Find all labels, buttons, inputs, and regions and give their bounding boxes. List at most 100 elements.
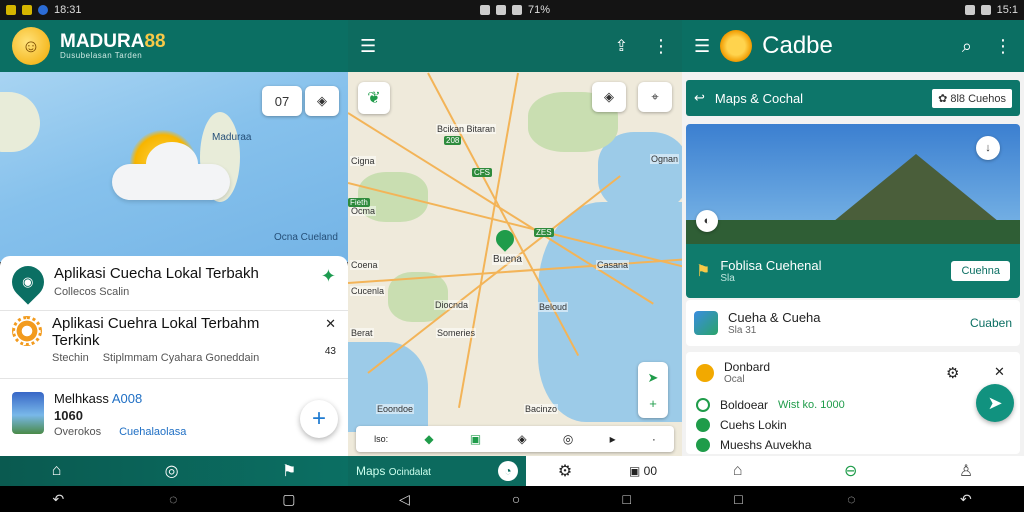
road-map[interactable]: ❦ ◈ ⌖ ➤ + Bcikan Bitaran Cigna Ocma Ognan… (348, 72, 682, 456)
notification-icon (38, 5, 48, 15)
system-nav-bar: □ ◌ ↶ (682, 486, 1024, 512)
zoom-in-icon[interactable]: + (649, 396, 657, 411)
system-nav-bar: ◁ ○ □ (348, 486, 682, 512)
list-item[interactable]: Cuehs Lokin (696, 418, 787, 432)
dot-icon[interactable]: · (652, 432, 656, 446)
toolbar-label: lso: (374, 434, 389, 444)
route-badge: ZES (534, 228, 554, 237)
row-title: Cueha & Cueha (728, 310, 821, 325)
status-icon (479, 5, 490, 15)
menu-icon[interactable]: ☰ (694, 36, 710, 57)
section-banner[interactable]: ↩ Maps & Cochal ✿ 8l8 Cuehos (686, 80, 1020, 116)
hero-button[interactable]: Cuehna (951, 261, 1010, 281)
detail-list: Donbard Ocal ⚙ ✕ Boldoear Wist ko. 1000 … (686, 352, 1020, 454)
target-icon[interactable]: ◎ (563, 432, 573, 446)
tag-icon[interactable]: ◆ (424, 432, 433, 446)
tab-sublabel: Ocindalat (388, 467, 431, 478)
profile-icon[interactable]: ♙ (959, 461, 973, 481)
list-item[interactable]: Boldoear Wist ko. 1000 (696, 398, 845, 412)
item-meta: Overokos (54, 426, 102, 439)
compass-icon[interactable]: ◐ (696, 210, 718, 232)
system-nav-bar: ↶ ◌ ▢ (0, 486, 348, 512)
flag-icon[interactable]: ⚑ (282, 461, 296, 481)
home-icon[interactable]: ⌂ (733, 462, 743, 480)
recents-icon[interactable]: ▢ (282, 491, 295, 508)
item-value: 1060 (54, 408, 83, 424)
timer-icon[interactable]: ◔ (498, 461, 518, 481)
item-title-accent: A008 (111, 391, 143, 406)
list-item[interactable]: Donbard Ocal (696, 360, 770, 385)
list-sub: Ocal (724, 374, 745, 385)
more-icon[interactable]: ⋮ (994, 36, 1012, 57)
recents-icon[interactable]: □ (622, 491, 630, 507)
more-icon[interactable]: ⋮ (652, 36, 670, 57)
list-item[interactable]: Melhkass A008 1060 Overokos Cuehalaolasa (0, 391, 348, 439)
list-item[interactable]: Mueshs Auvekha (696, 438, 811, 452)
list-title: Donbard (724, 360, 771, 374)
settings-icon[interactable]: ⚙ (946, 364, 959, 382)
search-icon[interactable]: ⌕ (962, 36, 972, 57)
battery-level: 71% (527, 4, 551, 16)
add-button[interactable]: + (300, 400, 338, 438)
assistant-icon[interactable]: ◌ (169, 491, 177, 507)
weather-map[interactable]: 07 ◈ Maduraa Ocna Cueland (0, 72, 348, 262)
list-item[interactable]: ◉ Aplikasi Cuecha Lokal Terbakh Collecos… (0, 259, 348, 305)
menu-icon[interactable]: ☰ (360, 36, 376, 57)
star-icon[interactable]: ✦ (321, 266, 336, 287)
pin-icon (696, 418, 710, 432)
banner-chip[interactable]: ✿ 8l8 Cuehos (932, 88, 1012, 108)
layers-icon[interactable]: ◈ (592, 82, 626, 112)
water-area (598, 132, 682, 212)
recents-icon[interactable]: □ (734, 491, 742, 507)
list-item[interactable]: Cueha & Cueha Sla 31 Cuaben (686, 300, 1020, 346)
mascot-logo-icon: ☺ (12, 27, 50, 65)
tools-icon[interactable]: ✕ (994, 364, 1005, 380)
location-pin-icon[interactable] (492, 226, 518, 252)
item-link[interactable]: Cuehalaolasa (119, 426, 186, 438)
play-icon[interactable]: ▸ (610, 432, 616, 446)
compass-icon[interactable]: ◎ (165, 461, 179, 481)
navigation-icon[interactable]: ➤ (648, 370, 659, 386)
navigate-button[interactable]: ➤ (976, 384, 1014, 422)
back-icon[interactable]: ↩ (694, 90, 705, 106)
share-icon[interactable]: ⇪ (615, 36, 628, 56)
list-item[interactable]: Aplikasi Cuehra Lokal Terbahm Terkink St… (0, 315, 348, 364)
gallery-tab[interactable]: ▣ 00 (604, 464, 682, 478)
tab-label: Maps (356, 464, 386, 478)
assistant-icon[interactable]: ◌ (847, 491, 855, 507)
back-icon[interactable]: ◁ (399, 491, 410, 508)
home-icon[interactable]: ⌂ (52, 462, 62, 480)
row-link[interactable]: Cuaben (970, 316, 1012, 330)
chip-value[interactable]: 07 (262, 86, 302, 116)
pin-icon[interactable]: ◈ (517, 432, 526, 446)
back-icon[interactable]: ↶ (960, 491, 972, 508)
map-toolbar: lso: ◆ ▣ ◈ ◎ ▸ · (356, 426, 674, 452)
maps-tab[interactable]: Maps Ocindalat ◔ (348, 456, 526, 486)
tools-icon[interactable]: ✕ (325, 316, 336, 332)
item-meta: 43 (324, 346, 336, 357)
minus-icon[interactable]: ⊖ (844, 461, 857, 481)
bookmark-icon[interactable]: ▣ (470, 432, 481, 446)
map-label: Eoondoe (376, 404, 415, 414)
locate-icon[interactable]: ⌖ (638, 82, 672, 112)
hero-footer: ⚑ Foblisa Cuehenal Sla Cuehna (686, 244, 1020, 298)
item-subtitle: Stechin (52, 352, 89, 364)
bottom-tabs: ⌂ ⊖ ♙ (682, 456, 1024, 486)
notification-icon (6, 5, 16, 15)
map-label: Coena (350, 260, 379, 270)
settings-icon[interactable]: ⚙ (526, 461, 604, 481)
zoom-controls[interactable]: ➤ + (638, 362, 668, 418)
back-icon[interactable]: ↶ (52, 491, 64, 508)
app-shortcut-icon[interactable]: ❦ (358, 82, 390, 114)
status-bar: 71% (348, 0, 682, 20)
home-icon[interactable]: ○ (512, 491, 520, 507)
status-bar: 15:1 (682, 0, 1024, 20)
download-icon[interactable]: ↓ (976, 136, 1000, 160)
hero-card[interactable]: ↓ ◐ ⚑ Foblisa Cuehenal Sla Cuehna (686, 124, 1020, 298)
map-label: Ocna Cueland (274, 232, 338, 243)
app-icon (694, 311, 718, 335)
layers-icon[interactable]: ◈ (305, 86, 339, 116)
map-label: Ognan (650, 154, 680, 164)
list-title: Cuehs Lokin (720, 418, 787, 432)
hero-sub: Sla (720, 273, 735, 284)
